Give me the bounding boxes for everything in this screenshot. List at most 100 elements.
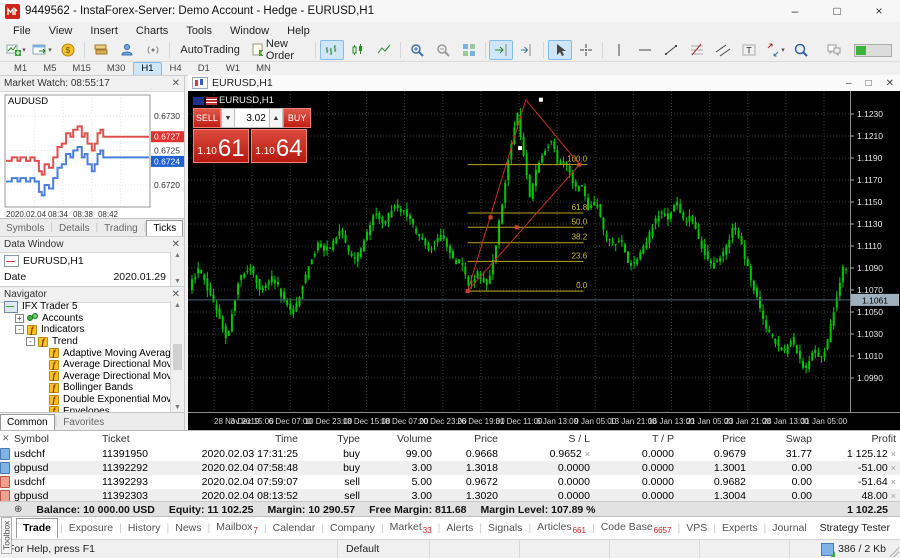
timeframe-h1[interactable]: H1 [133, 62, 161, 76]
market-watch-tab-trading[interactable]: Trading [98, 221, 144, 236]
market-watch-tab-symbols[interactable]: Symbols [0, 221, 50, 236]
navigator-item-accounts[interactable]: +Accounts [0, 313, 170, 325]
tab-trade[interactable]: Trade [16, 518, 58, 539]
timeframe-h4[interactable]: H4 [162, 62, 190, 76]
tab-market[interactable]: Market33 [384, 518, 438, 538]
close-icon[interactable]: ✕ [172, 289, 180, 300]
column-header-volume[interactable]: Volume [364, 433, 436, 445]
menu-window[interactable]: Window [221, 24, 278, 38]
column-header-type[interactable]: Type [302, 433, 364, 445]
volume-input[interactable]: 3.02 [235, 108, 269, 128]
tab-vps[interactable]: VPS [680, 519, 713, 537]
data-window-scrollbar[interactable]: ▲ ▼ [170, 251, 184, 286]
column-header-t-p[interactable]: T / P [594, 433, 678, 445]
trade-row-11392293[interactable]: usdchf113922932020.02.04 07:59:07sell5.0… [0, 475, 900, 489]
menu-insert[interactable]: Insert [81, 24, 127, 38]
scrollbar-thumb[interactable] [173, 344, 182, 370]
menu-tools[interactable]: Tools [177, 24, 221, 38]
navigator-scrollbar[interactable]: ▲ ▼ [170, 301, 184, 412]
close-position-icon[interactable]: × [891, 449, 896, 459]
maximize-button[interactable]: □ [816, 0, 858, 22]
tab-journal[interactable]: Journal [766, 519, 812, 537]
channel-button[interactable] [711, 40, 735, 60]
navigator-item-indicators[interactable]: -fIndicators [0, 324, 170, 336]
vertical-line-button[interactable] [607, 40, 631, 60]
data-window-toggle-button[interactable] [89, 40, 113, 60]
column-header-time[interactable]: Time [190, 433, 302, 445]
collapse-icon[interactable]: - [26, 337, 35, 346]
autotrading-button[interactable]: AutoTrading [174, 40, 244, 60]
tab-exposure[interactable]: Exposure [63, 519, 119, 537]
new-chart-button[interactable]: ▾ [4, 40, 28, 60]
column-header-price[interactable]: Price [436, 433, 502, 445]
timeframe-m15[interactable]: M15 [64, 62, 98, 76]
market-watch-tab-details[interactable]: Details [53, 221, 96, 236]
signals-button[interactable] [141, 40, 165, 60]
menu-charts[interactable]: Charts [127, 24, 177, 38]
sell-price-button[interactable]: 1.10 61 [193, 129, 249, 163]
market-watch-tab-ticks[interactable]: Ticks [146, 220, 183, 236]
bar-chart-button[interactable] [320, 40, 344, 60]
collapse-icon[interactable]: - [15, 325, 24, 334]
resize-grip[interactable] [889, 547, 899, 557]
tab-experts[interactable]: Experts [716, 519, 764, 537]
scroll-down-icon[interactable]: ▼ [171, 404, 184, 411]
column-header-symbol[interactable]: Symbol [0, 433, 98, 445]
tab-alerts[interactable]: Alerts [440, 519, 479, 537]
tab-mailbox[interactable]: Mailbox7 [210, 518, 264, 538]
tab-history[interactable]: History [122, 519, 167, 537]
column-header-ticket[interactable]: Ticket [98, 433, 190, 445]
navigator-toggle-button[interactable] [115, 40, 139, 60]
close-icon[interactable]: ✕ [172, 239, 180, 250]
column-header-profit[interactable]: Profit [816, 433, 900, 445]
scroll-down-icon[interactable]: ▼ [171, 278, 184, 285]
data-window-symbol-row[interactable]: EURUSD,H1 [0, 253, 184, 269]
buy-price-button[interactable]: 1.10 64 [251, 129, 307, 163]
tab-news[interactable]: News [169, 519, 207, 537]
close-position-icon[interactable]: × [891, 477, 896, 487]
tile-windows-button[interactable] [457, 40, 481, 60]
close-position-icon[interactable]: × [891, 463, 896, 473]
scroll-up-icon[interactable]: ▲ [171, 252, 184, 259]
volume-increase-button[interactable]: ▲ [269, 108, 283, 128]
profiles-button[interactable]: ▾ [30, 40, 54, 60]
timeframe-m30[interactable]: M30 [99, 62, 133, 76]
data-window-date-row[interactable]: Date 2020.01.29 [0, 269, 184, 285]
navigator-item-adaptive-moving-average[interactable]: fAdaptive Moving Average [0, 347, 170, 359]
scroll-up-icon[interactable]: ▲ [171, 302, 184, 309]
tab-code-base[interactable]: Code Base6657 [595, 518, 678, 538]
close-position-icon[interactable]: × [891, 491, 896, 501]
text-button[interactable]: T [737, 40, 761, 60]
navigator-item-double-exponential-moving-av[interactable]: fDouble Exponential Moving Av [0, 394, 170, 406]
navigator-tab-favorites[interactable]: Favorites [57, 415, 110, 430]
close-icon[interactable]: ✕ [2, 433, 10, 444]
timeframe-w1[interactable]: W1 [218, 62, 248, 76]
horizontal-line-button[interactable] [633, 40, 657, 60]
navigator-tab-common[interactable]: Common [0, 414, 55, 430]
tab-articles[interactable]: Articles661 [531, 518, 592, 538]
fibonacci-button[interactable] [685, 40, 709, 60]
timeframe-m1[interactable]: M1 [6, 62, 35, 76]
column-header-swap[interactable]: Swap [750, 433, 816, 445]
chart-maximize-button[interactable]: □ [866, 78, 872, 89]
close-icon[interactable]: ✕ [172, 78, 180, 89]
zoom-in-button[interactable] [405, 40, 429, 60]
menu-file[interactable]: File [4, 24, 40, 38]
column-header-s-l[interactable]: S / L [502, 433, 594, 445]
menu-help[interactable]: Help [278, 24, 319, 38]
tab-signals[interactable]: Signals [482, 519, 528, 537]
cursor-button[interactable] [548, 40, 572, 60]
navigator-item-average-directional-movement[interactable]: fAverage Directional Movement [0, 371, 170, 383]
expand-icon[interactable]: + [15, 314, 24, 323]
volume-decrease-button[interactable]: ▼ [221, 108, 235, 128]
crosshair-button[interactable] [574, 40, 598, 60]
zoom-out-button[interactable] [431, 40, 455, 60]
navigator-item-trend[interactable]: -fTrend [0, 336, 170, 348]
chart-close-button[interactable]: ✕ [886, 78, 894, 89]
column-header-price[interactable]: Price [678, 433, 750, 445]
sell-button[interactable]: SELL [193, 108, 221, 128]
buy-button[interactable]: BUY [283, 108, 311, 128]
trade-row-11391950[interactable]: usdchf113919502020.02.03 17:31:25buy99.0… [0, 447, 900, 461]
tab-calendar[interactable]: Calendar [267, 519, 322, 537]
profile-selector[interactable]: Default [338, 540, 430, 558]
